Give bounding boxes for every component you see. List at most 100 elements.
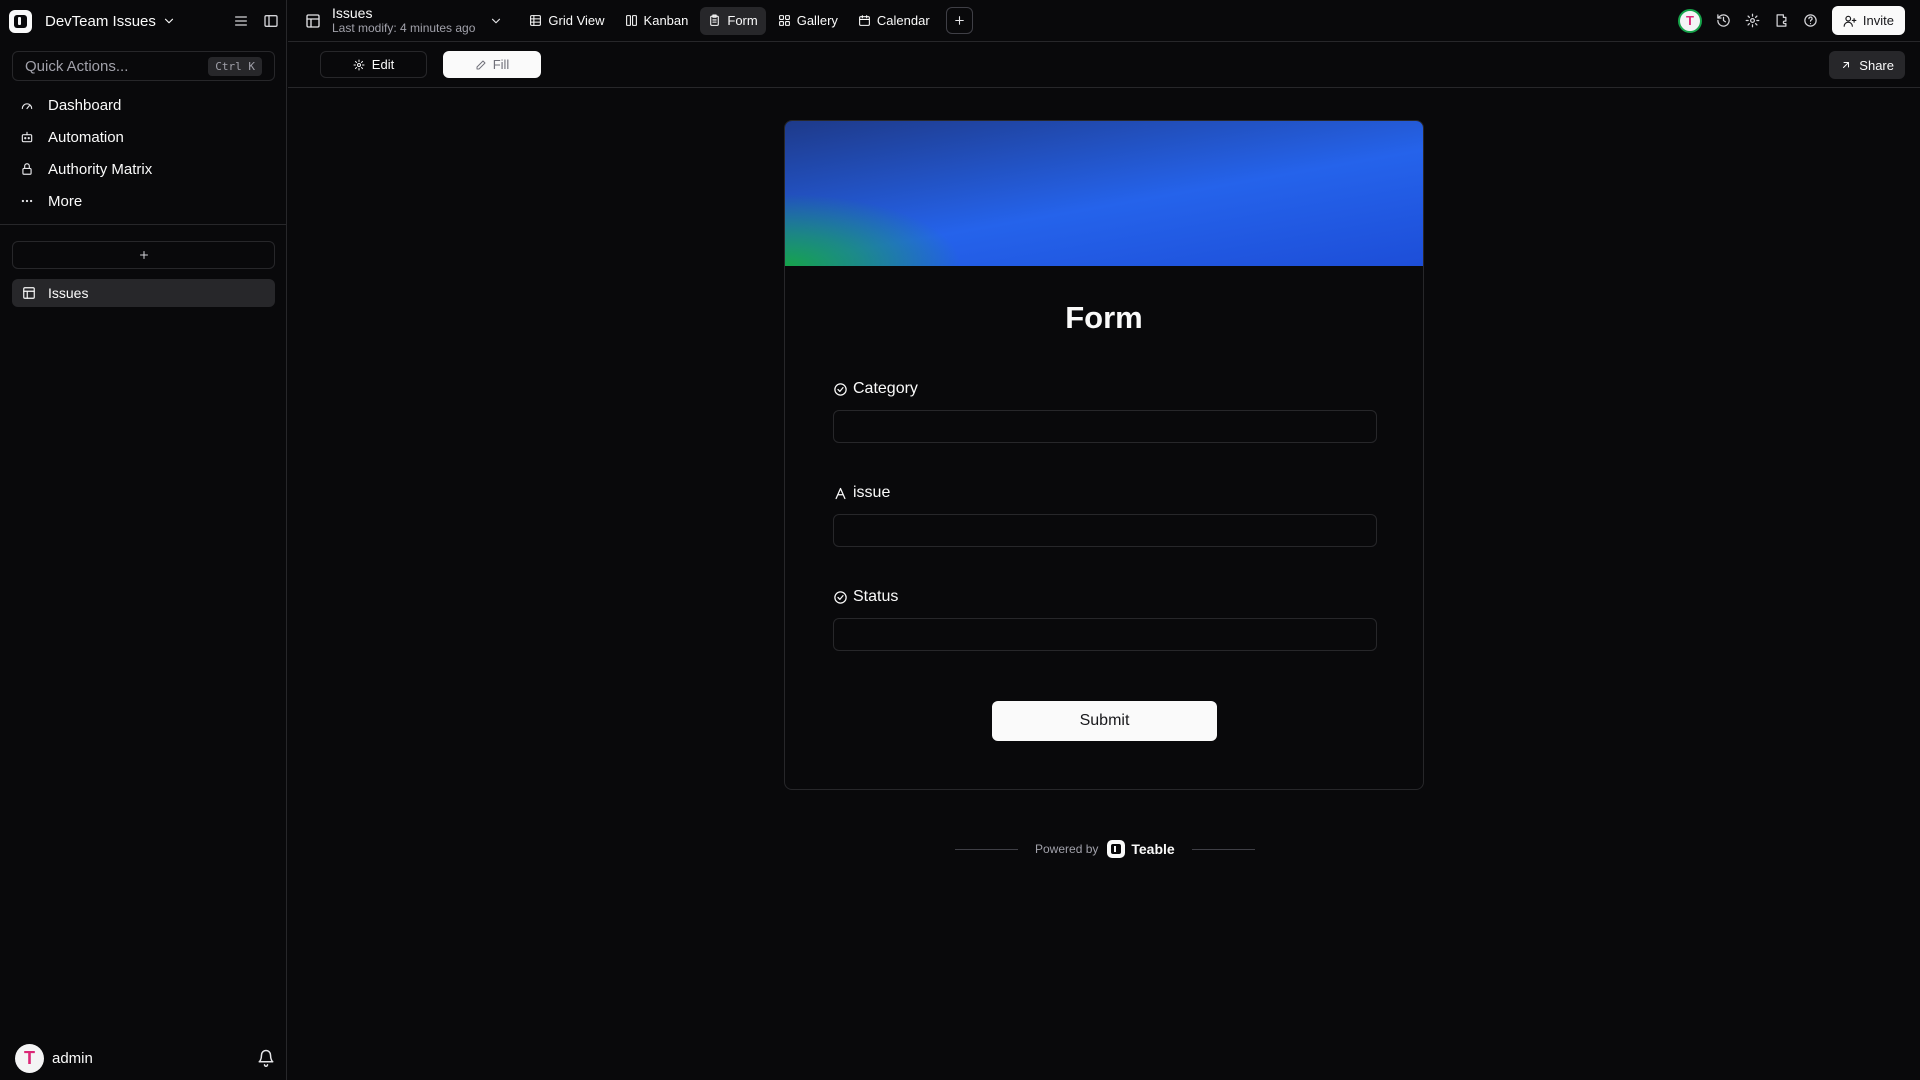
table-icon — [22, 286, 36, 300]
gauge-icon — [20, 98, 36, 112]
bell-icon[interactable] — [257, 1049, 275, 1067]
table-icon — [305, 13, 321, 29]
chevron-down-icon[interactable] — [489, 14, 503, 28]
sidebar-item-label: Automation — [48, 128, 124, 146]
form-banner — [785, 121, 1423, 266]
arrow-up-right-icon — [1840, 59, 1852, 71]
tab-form[interactable]: Form — [700, 6, 766, 35]
avatar[interactable]: T — [15, 1043, 44, 1073]
sidebar-nav: Dashboard Automation Authority Matrix Mo… — [12, 89, 275, 217]
tab-gallery[interactable]: Gallery — [770, 7, 846, 35]
sidebar-table-issues[interactable]: Issues — [12, 279, 275, 307]
table-name: Issues — [332, 5, 373, 22]
share-label: Share — [1859, 57, 1894, 73]
sidebar-toggle-icon[interactable] — [263, 13, 279, 29]
category-input[interactable] — [833, 410, 1377, 443]
share-button[interactable]: Share — [1829, 51, 1905, 79]
divider — [955, 848, 1018, 850]
edit-mode-button[interactable]: Edit — [320, 51, 427, 78]
sidebar: DevTeam Issues Quick Actions... Ctrl K D… — [0, 0, 287, 1080]
top-right-actions: T Invite — [1677, 6, 1920, 35]
field-label: Status — [853, 588, 899, 605]
table-info[interactable]: Issues Last modify: 4 minutes ago — [332, 5, 476, 35]
form-icon — [708, 14, 721, 27]
powered-by-text: Powered by — [1035, 842, 1099, 856]
submit-button[interactable]: Submit — [992, 701, 1217, 741]
view-tabs: Grid View Kanban Form Gallery Calendar — [521, 6, 973, 35]
teable-logo-icon — [1107, 840, 1126, 858]
top-bar: Issues Last modify: 4 minutes ago Grid V… — [288, 0, 1920, 42]
select-icon — [833, 382, 848, 397]
last-modified: Last modify: 4 minutes ago — [332, 20, 476, 35]
pencil-icon — [475, 59, 487, 71]
collaborator-avatar[interactable]: T — [1677, 8, 1702, 33]
add-table-button[interactable] — [12, 241, 275, 269]
form-card: Form Category issue Status Submit — [784, 120, 1424, 790]
field-label: Category — [853, 380, 918, 397]
tab-kanban[interactable]: Kanban — [617, 7, 697, 35]
history-icon[interactable] — [1716, 13, 1731, 28]
sidebar-item-label: More — [48, 192, 83, 210]
brand-name[interactable]: Teable — [1131, 841, 1174, 857]
fill-mode-button[interactable]: Fill — [443, 51, 541, 78]
collaborator-letter: T — [1685, 13, 1694, 28]
form-field-issue: issue — [833, 483, 1377, 547]
avatar-letter: T — [24, 1048, 35, 1068]
user-row: T admin — [15, 1042, 275, 1074]
menu-icon[interactable] — [233, 13, 249, 29]
sidebar-item-label: Authority Matrix — [48, 160, 153, 178]
help-icon[interactable] — [1803, 13, 1818, 28]
gear-icon — [353, 59, 365, 71]
field-label-row: issue — [833, 483, 1377, 503]
robot-icon — [20, 130, 36, 144]
user-plus-icon — [1843, 14, 1857, 28]
calendar-icon — [858, 14, 871, 27]
form-mode-toolbar: Edit Fill Share — [288, 43, 1920, 88]
field-label: issue — [853, 484, 891, 501]
quick-actions-shortcut: Ctrl K — [208, 56, 262, 76]
invite-label: Invite — [1862, 13, 1894, 28]
tab-label: Gallery — [796, 13, 838, 28]
status-input[interactable] — [833, 618, 1377, 651]
space-name[interactable]: DevTeam Issues — [45, 13, 156, 30]
ellipsis-icon — [20, 194, 36, 208]
select-icon — [833, 590, 848, 605]
user-name[interactable]: admin — [52, 1050, 93, 1067]
sidebar-divider — [0, 224, 287, 225]
kanban-icon — [625, 14, 638, 27]
issue-input[interactable] — [833, 514, 1377, 547]
space-header: DevTeam Issues — [0, 0, 287, 42]
form-field-category: Category — [833, 379, 1377, 443]
tab-label: Kanban — [643, 13, 689, 28]
gear-icon[interactable] — [1745, 13, 1760, 28]
add-view-button[interactable] — [945, 7, 973, 34]
form-title: Form — [1065, 300, 1143, 335]
invite-button[interactable]: Invite — [1831, 6, 1905, 35]
sidebar-item-authority-matrix[interactable]: Authority Matrix — [12, 153, 275, 185]
form-field-status: Status — [833, 587, 1377, 651]
lock-icon — [20, 162, 36, 176]
tab-label: Grid View — [548, 13, 605, 28]
plugin-icon[interactable] — [1774, 13, 1789, 28]
field-label-row: Category — [833, 379, 1377, 399]
sidebar-item-more[interactable]: More — [12, 185, 275, 217]
tab-label: Calendar — [876, 13, 930, 28]
teable-logo-icon[interactable] — [9, 9, 32, 33]
text-icon — [833, 486, 848, 501]
divider — [1191, 848, 1255, 850]
fill-label: Fill — [492, 57, 510, 72]
quick-actions-placeholder: Quick Actions... — [25, 57, 129, 75]
plus-icon — [953, 14, 966, 27]
edit-label: Edit — [371, 57, 395, 72]
sidebar-item-label: Dashboard — [48, 96, 122, 114]
tab-label: Form — [727, 13, 758, 28]
powered-by: Powered by Teable — [955, 838, 1255, 860]
tab-grid-view[interactable]: Grid View — [521, 7, 612, 35]
sidebar-item-dashboard[interactable]: Dashboard — [12, 89, 275, 121]
chevron-down-icon[interactable] — [162, 14, 176, 28]
quick-actions-input[interactable]: Quick Actions... Ctrl K — [12, 51, 275, 81]
sidebar-item-automation[interactable]: Automation — [12, 121, 275, 153]
gallery-icon — [778, 14, 791, 27]
sidebar-table-label: Issues — [48, 285, 89, 301]
tab-calendar[interactable]: Calendar — [850, 7, 938, 35]
